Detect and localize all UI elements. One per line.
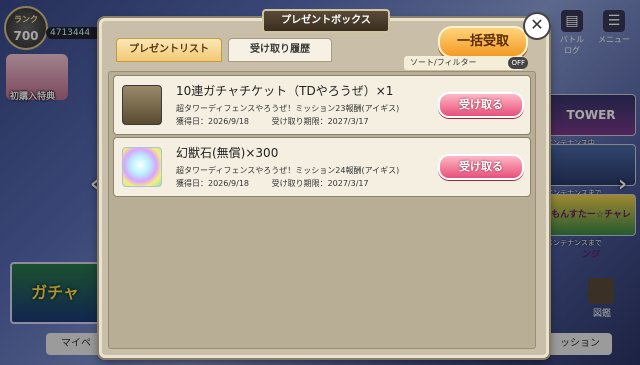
tab-present-list[interactable]: プレゼントリスト bbox=[116, 38, 222, 62]
item-name: 幻獣石(無償)×300 bbox=[176, 146, 279, 160]
list-item: 10連ガチャチケット（TDやろうぜ）×1 超タワーディフェンスやろうぜ！ミッショ… bbox=[113, 75, 531, 135]
dialog-title-text: プレゼントボックス bbox=[281, 15, 371, 26]
sort-filter-state: OFF bbox=[508, 57, 528, 69]
item-acquired-date: 獲得日：2026/9/18 bbox=[176, 179, 250, 188]
bulk-receive-button[interactable]: 一括受取 bbox=[438, 26, 528, 58]
receive-button[interactable]: 受け取る bbox=[438, 92, 524, 118]
sort-filter-toggle[interactable]: ソート/フィルター OFF bbox=[404, 56, 528, 70]
crystal-icon bbox=[122, 147, 162, 187]
item-acquired-date: 獲得日：2026/9/18 bbox=[176, 117, 250, 126]
present-box-dialog: プレゼントボックス プレゼントリスト 受け取り履歴 一括受取 ソート/フィルター… bbox=[99, 9, 549, 358]
item-name: 10連ガチャチケット（TDやろうぜ）×1 bbox=[176, 84, 394, 98]
item-dates: 獲得日：2026/9/18 受け取り期限：2027/3/17 bbox=[176, 178, 389, 189]
close-icon[interactable]: ✕ bbox=[523, 12, 551, 40]
item-dates: 獲得日：2026/9/18 受け取り期限：2027/3/17 bbox=[176, 116, 389, 127]
item-source: 超タワーディフェンスやろうぜ！ミッション23報酬(アイギス) bbox=[176, 104, 400, 113]
dialog-title: プレゼントボックス bbox=[262, 9, 390, 33]
item-deadline: 受け取り期限：2027/3/17 bbox=[271, 179, 369, 188]
ticket-icon bbox=[122, 85, 162, 125]
tab-receive-history[interactable]: 受け取り履歴 bbox=[228, 38, 332, 62]
receive-button[interactable]: 受け取る bbox=[438, 154, 524, 180]
item-deadline: 受け取り期限：2027/3/17 bbox=[271, 117, 369, 126]
sort-filter-label: ソート/フィルター bbox=[410, 58, 477, 67]
item-source: 超タワーディフェンスやろうぜ！ミッション24報酬(アイギス) bbox=[176, 166, 400, 175]
list-item: 幻獣石(無償)×300 超タワーディフェンスやろうぜ！ミッション24報酬(アイギ… bbox=[113, 137, 531, 197]
present-list[interactable]: 10連ガチャチケット（TDやろうぜ）×1 超タワーディフェンスやろうぜ！ミッショ… bbox=[108, 71, 536, 349]
